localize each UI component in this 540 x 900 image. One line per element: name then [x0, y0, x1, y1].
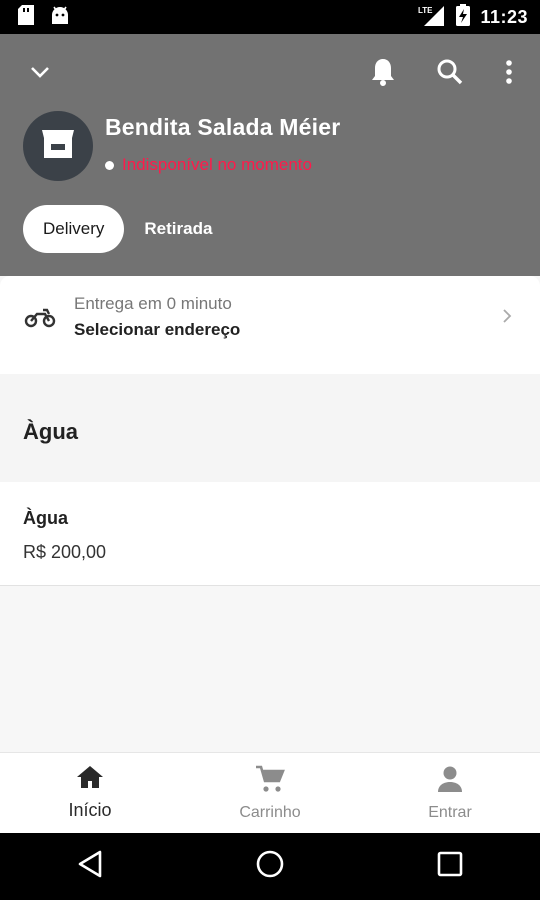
nav-cart-label: Carrinho	[239, 803, 301, 821]
search-icon	[437, 59, 463, 90]
cart-icon	[255, 765, 285, 798]
delivery-time: Entrega em 0 minuto	[74, 294, 232, 313]
select-address-label: Selecionar endereço	[74, 320, 241, 339]
chevron-right-icon	[502, 308, 512, 329]
store-name: Bendita Salada Méier	[105, 114, 341, 140]
system-navigation-bar	[0, 833, 540, 900]
recents-button[interactable]	[420, 837, 480, 897]
home-circle-icon	[256, 850, 284, 883]
bottom-navigation: Início Carrinho Entrar	[0, 752, 540, 833]
collapse-button[interactable]	[20, 54, 60, 94]
category-title: Àgua	[23, 419, 78, 444]
back-triangle-icon	[77, 850, 103, 883]
more-vert-icon	[506, 59, 512, 89]
pickup-mode-button[interactable]: Retirada	[124, 205, 232, 253]
status-bar: LTE 11:23	[0, 0, 540, 34]
back-button[interactable]	[60, 837, 120, 897]
clock: 11:23	[480, 6, 528, 27]
product-item[interactable]: Àgua R$ 200,00	[0, 482, 540, 586]
nav-cart[interactable]: Carrinho	[180, 753, 360, 833]
category-section: Àgua	[0, 374, 540, 482]
recents-square-icon	[437, 851, 463, 882]
search-button[interactable]	[430, 54, 470, 94]
sd-card-icon	[18, 4, 34, 30]
home-system-button[interactable]	[240, 837, 300, 897]
status-text: Indisponível no momento	[122, 155, 312, 174]
person-icon	[437, 765, 463, 798]
delivery-mode-button[interactable]: Delivery	[23, 205, 125, 253]
notifications-button[interactable]	[363, 54, 403, 94]
svg-text:LTE: LTE	[418, 6, 433, 15]
nav-login-label: Entrar	[428, 803, 472, 821]
delivery-info: Entrega em 0 minuto Selecionar endereço	[74, 294, 240, 340]
order-mode-toggle: Delivery Retirada	[23, 205, 232, 253]
store-header: Bendita Salada Méier Indisponível no mom…	[0, 34, 540, 276]
nav-home-label: Início	[68, 800, 112, 820]
bell-icon	[370, 57, 396, 92]
status-dot	[105, 160, 114, 170]
nav-login[interactable]: Entrar	[360, 753, 540, 833]
battery-icon	[456, 3, 471, 31]
chevron-down-icon	[30, 65, 50, 83]
store-icon	[41, 128, 75, 165]
nav-home[interactable]: Início	[0, 753, 180, 833]
store-status: Indisponível no momento	[105, 155, 312, 175]
signal-icon: LTE	[418, 4, 446, 31]
product-price: R$ 200,00	[23, 542, 107, 562]
motorcycle-icon	[24, 306, 56, 333]
store-avatar	[23, 111, 93, 181]
product-name: Àgua	[23, 508, 68, 528]
delivery-address-card[interactable]: Entrega em 0 minuto Selecionar endereço	[0, 276, 540, 374]
android-icon	[50, 6, 70, 29]
more-options-button[interactable]	[489, 54, 529, 94]
home-icon	[76, 765, 104, 794]
